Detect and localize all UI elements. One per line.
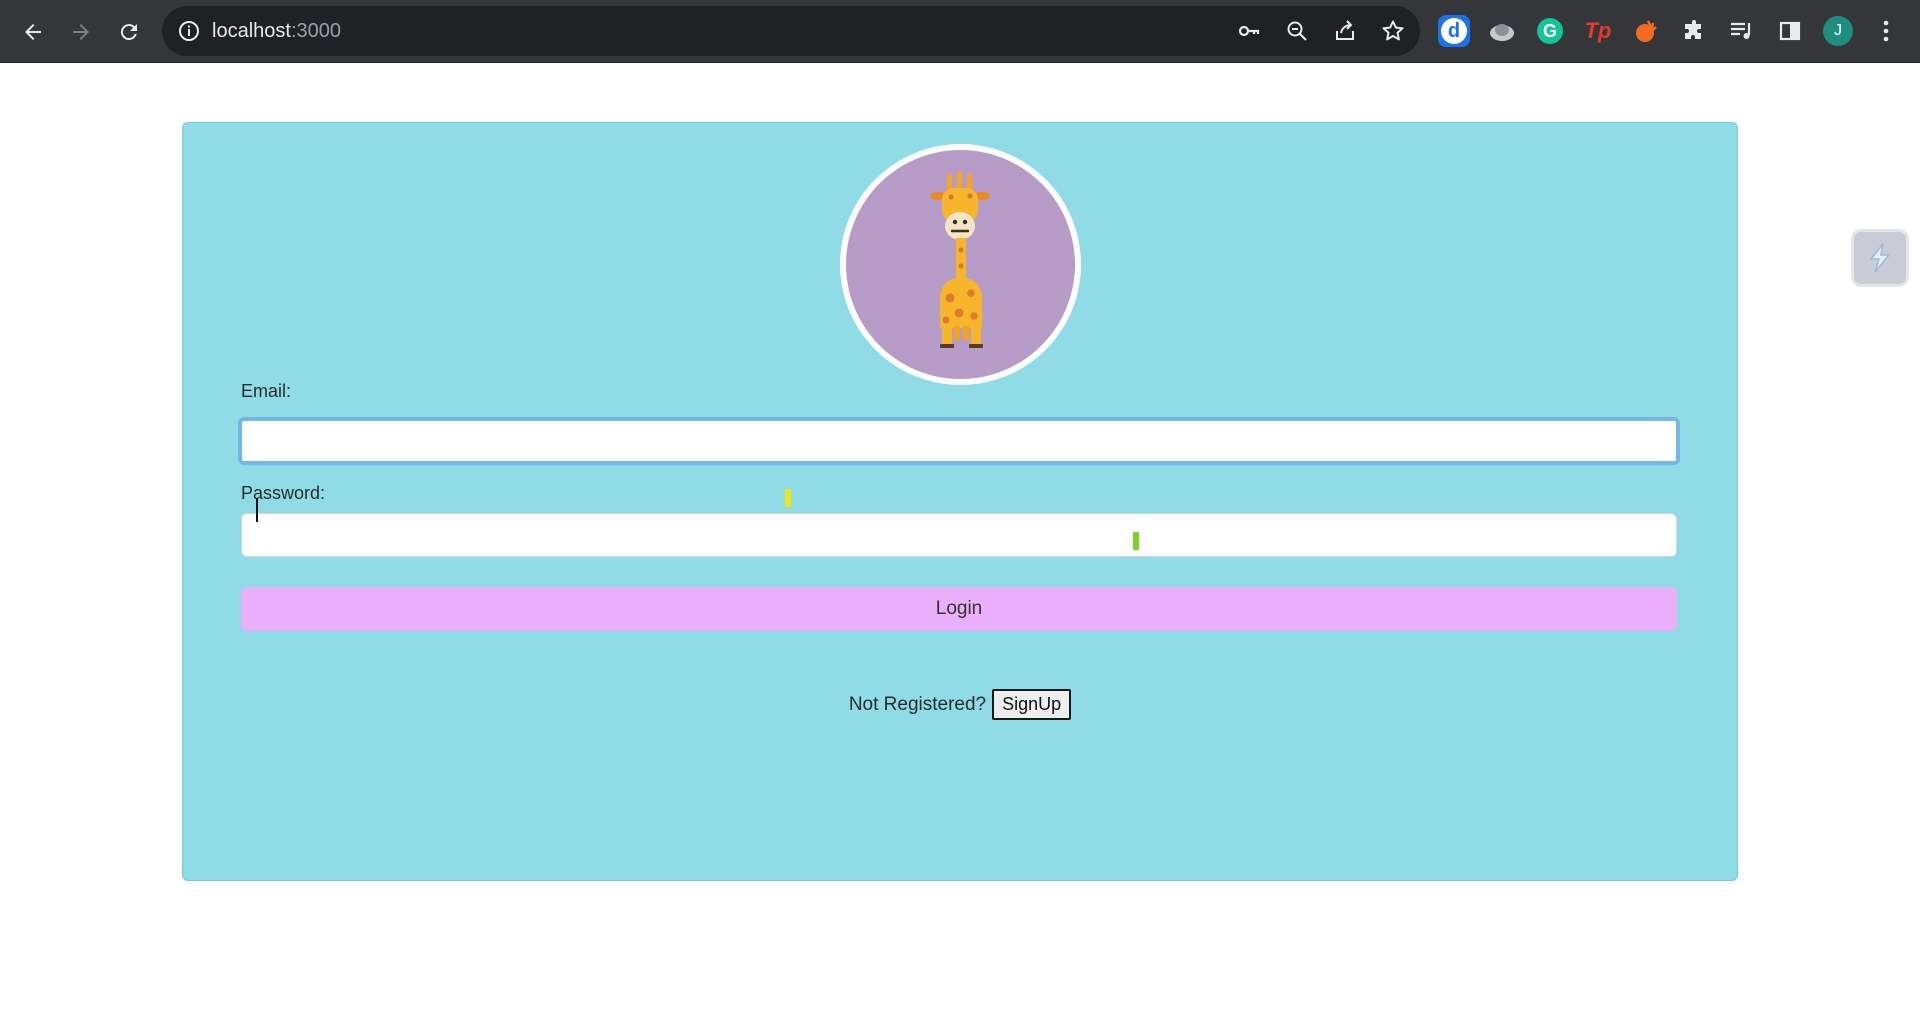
browser-menu-button[interactable] bbox=[1868, 13, 1904, 49]
url-port: :3000 bbox=[290, 20, 341, 42]
browser-toolbar: localhost:3000 d G Tp J bbox=[0, 0, 1920, 63]
glitch-mark bbox=[1133, 532, 1139, 550]
login-button[interactable]: Login bbox=[241, 587, 1677, 631]
media-icon[interactable] bbox=[1724, 13, 1760, 49]
key-icon[interactable] bbox=[1236, 18, 1262, 44]
back-button[interactable] bbox=[14, 13, 52, 51]
address-bar[interactable]: localhost:3000 bbox=[162, 6, 1420, 56]
forward-button[interactable] bbox=[62, 13, 100, 51]
bookmark-star-icon[interactable] bbox=[1380, 18, 1406, 44]
login-card: Email: Password: Login Not Registered? S… bbox=[182, 122, 1738, 881]
sidepanel-icon[interactable] bbox=[1772, 13, 1808, 49]
floating-widget-button[interactable] bbox=[1851, 229, 1909, 287]
dictionary-ext-icon[interactable]: d bbox=[1436, 13, 1472, 49]
email-input[interactable] bbox=[238, 417, 1680, 465]
cloud-ext-icon[interactable] bbox=[1484, 13, 1520, 49]
site-info-icon[interactable] bbox=[176, 18, 202, 44]
url-host: localhost bbox=[212, 20, 291, 42]
puzzle-icon[interactable] bbox=[1676, 13, 1712, 49]
password-input[interactable] bbox=[241, 513, 1677, 557]
back-arrow-icon bbox=[25, 24, 41, 40]
more-vert-icon bbox=[1883, 20, 1889, 42]
hand-ext-icon[interactable] bbox=[1628, 13, 1664, 49]
giraffe-icon bbox=[930, 171, 990, 348]
share-icon[interactable] bbox=[1332, 18, 1358, 44]
url-text: localhost:3000 bbox=[212, 6, 341, 56]
text-caret bbox=[256, 498, 258, 522]
avatar: J bbox=[1823, 16, 1853, 46]
tp-ext-icon[interactable]: Tp bbox=[1580, 13, 1616, 49]
lightning-icon bbox=[1869, 243, 1891, 273]
zoom-out-icon[interactable] bbox=[1284, 18, 1310, 44]
glitch-mark bbox=[785, 489, 791, 507]
profile-button[interactable]: J bbox=[1820, 13, 1856, 49]
signup-row: Not Registered? SignUp bbox=[183, 689, 1737, 720]
email-label: Email: bbox=[241, 381, 292, 401]
not-registered-text: Not Registered? bbox=[848, 693, 987, 715]
password-label: Password: bbox=[241, 483, 326, 503]
grammarly-icon[interactable]: G bbox=[1532, 13, 1568, 49]
giraffe-logo bbox=[840, 144, 1081, 385]
signup-button[interactable]: SignUp bbox=[992, 689, 1072, 720]
reload-button[interactable] bbox=[110, 13, 148, 51]
reload-icon bbox=[120, 24, 137, 41]
forward-arrow-icon bbox=[73, 24, 89, 40]
